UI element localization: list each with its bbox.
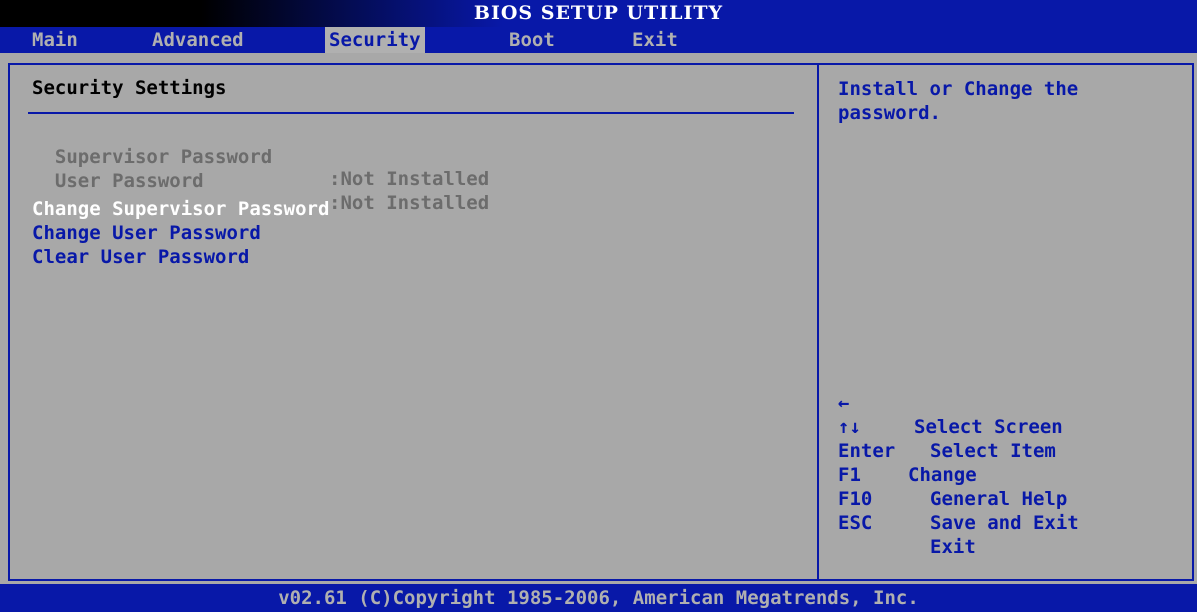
key-desc: Select Screen	[914, 416, 1063, 438]
copyright-footer: v02.61 (C)Copyright 1985-2006, American …	[0, 584, 1197, 612]
user-password-value: :Not Installed	[329, 192, 490, 214]
section-title: Security Settings	[32, 77, 227, 99]
key-row-change: Enter Change	[838, 415, 977, 486]
key-row-save-exit: F10 Save and Exit	[838, 463, 1079, 534]
help-text: Install or Change the password.	[838, 78, 1079, 124]
menu-main[interactable]: Main	[28, 27, 82, 53]
key-legend: ← Select Screen ↑↓ Select Item Enter Cha…	[838, 367, 1079, 558]
window-title: BIOS SETUP UTILITY	[0, 0, 1197, 27]
clear-user-password[interactable]: Clear User Password	[32, 246, 249, 268]
user-password-label: User Password	[54, 170, 204, 192]
key-desc: Save and Exit	[930, 512, 1079, 534]
key-desc: Change	[908, 464, 977, 486]
window-title-text: BIOS SETUP UTILITY	[473, 2, 724, 24]
key-row-select-item: ↑↓ Select Item	[838, 391, 1056, 462]
key-row-select-screen: ← Select Screen	[838, 367, 1063, 438]
menu-boot[interactable]: Boot	[505, 27, 559, 53]
section-divider	[28, 112, 794, 114]
change-user-password[interactable]: Change User Password	[32, 222, 261, 244]
menu-security[interactable]: Security	[325, 27, 425, 53]
panel-divider	[817, 63, 819, 581]
key-row-general-help: F1 General Help	[838, 439, 1067, 510]
menu-advanced[interactable]: Advanced	[148, 27, 248, 53]
change-supervisor-password[interactable]: Change Supervisor Password	[32, 198, 329, 220]
key-desc: General Help	[930, 488, 1068, 510]
key-label: ESC	[838, 512, 873, 534]
header: BIOS SETUP UTILITY Main Advanced Securit…	[0, 0, 1197, 53]
menu-exit[interactable]: Exit	[628, 27, 682, 53]
key-desc: Select Item	[930, 440, 1056, 462]
key-desc: Exit	[930, 536, 976, 558]
supervisor-password-value: :Not Installed	[329, 168, 490, 190]
menu-bar: Main Advanced Security Boot Exit	[0, 27, 1197, 53]
key-row-exit: ESC Exit	[838, 487, 976, 558]
